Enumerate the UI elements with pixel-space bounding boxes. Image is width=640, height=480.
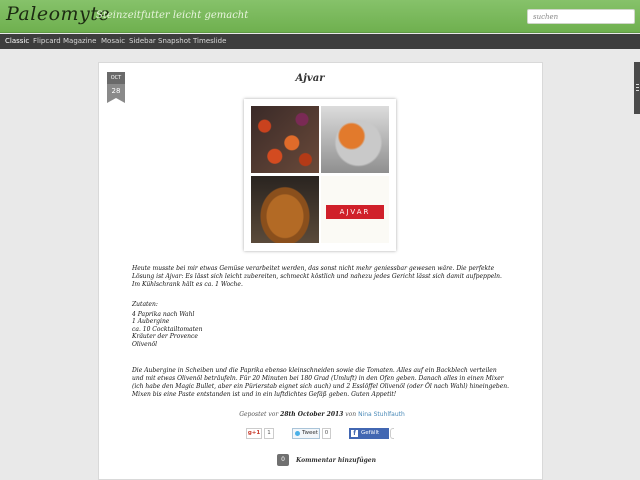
posted-date: 28th October 2013 (280, 411, 344, 418)
post-meta: Gepostet vor 28th October 2013 von Nina … (120, 411, 524, 418)
ingredient-item: 1 Aubergine (132, 318, 170, 325)
ribbon-notch (107, 98, 125, 103)
gplus-count: 1 (264, 428, 274, 439)
author-link[interactable]: Nina Stuhlfauth (358, 411, 405, 418)
nav-item-mosaic[interactable]: Mosaic (101, 37, 125, 45)
site-logo[interactable]: Paleomyte (6, 3, 110, 25)
nav-item-magazine[interactable]: Magazine (63, 37, 96, 45)
side-drawer-tab[interactable] (634, 62, 640, 114)
ingredient-item: Kräuter der Provence (132, 333, 198, 340)
facebook-like-button[interactable]: f Gefällt mir (349, 428, 389, 447)
site-tagline: Steinzeitfutter leicht gemacht (96, 10, 249, 21)
ingredients-list: Zutaten: 4 Paprika nach Wahl 1 Aubergine… (132, 301, 510, 348)
post-intro: Heute musste bei mir etwas Gemüse verarb… (132, 265, 502, 288)
ingredient-item: Olivenöl (132, 340, 158, 348)
comment-icon[interactable]: 0 (277, 454, 289, 466)
post-image-collage[interactable]: AJVAR (244, 99, 396, 251)
post-date-day: 28 (107, 84, 125, 98)
facebook-like-count (390, 428, 394, 439)
nav-item-sidebar[interactable]: Sidebar (129, 37, 156, 45)
ingredient-item: 4 Paprika nach Wahl (132, 310, 195, 318)
post-method: Die Aubergine in Scheiben und die Paprik… (132, 367, 510, 398)
twitter-bird-icon (295, 431, 300, 436)
search-input[interactable]: suchen (527, 9, 635, 24)
tweet-button[interactable]: Tweet (292, 428, 320, 439)
ingredients-heading: Zutaten: (132, 301, 158, 308)
ajvar-label: AJVAR (326, 205, 384, 219)
site-header: Paleomyte Steinzeitfutter leicht gemacht… (0, 0, 640, 33)
blender-photo (321, 106, 389, 173)
ingredient-item: ca. 10 Cocktailtomaten (132, 325, 203, 333)
nav-item-flipcard[interactable]: Flipcard (33, 37, 61, 45)
posted-by: von (345, 411, 357, 418)
nav-item-snapshot[interactable]: Snapshot (158, 37, 191, 45)
nav-item-classic[interactable]: Classic (5, 37, 29, 45)
view-nav: Classic Flipcard Magazine Mosaic Sidebar… (0, 34, 640, 49)
facebook-icon: f (351, 430, 358, 437)
ajvar-jar-photo (251, 176, 319, 243)
gplus-button[interactable]: g+1 (246, 428, 262, 439)
nav-item-timeslide[interactable]: Timeslide (193, 37, 226, 45)
posted-prefix: Gepostet vor (239, 411, 279, 418)
tweet-count: 0 (322, 428, 331, 439)
add-comment-link[interactable]: Kommentar hinzufügen (296, 457, 376, 464)
roasted-vegetables-photo (251, 106, 319, 173)
post-title[interactable]: Ajvar (120, 73, 500, 84)
tweet-label: Tweet (302, 430, 318, 436)
